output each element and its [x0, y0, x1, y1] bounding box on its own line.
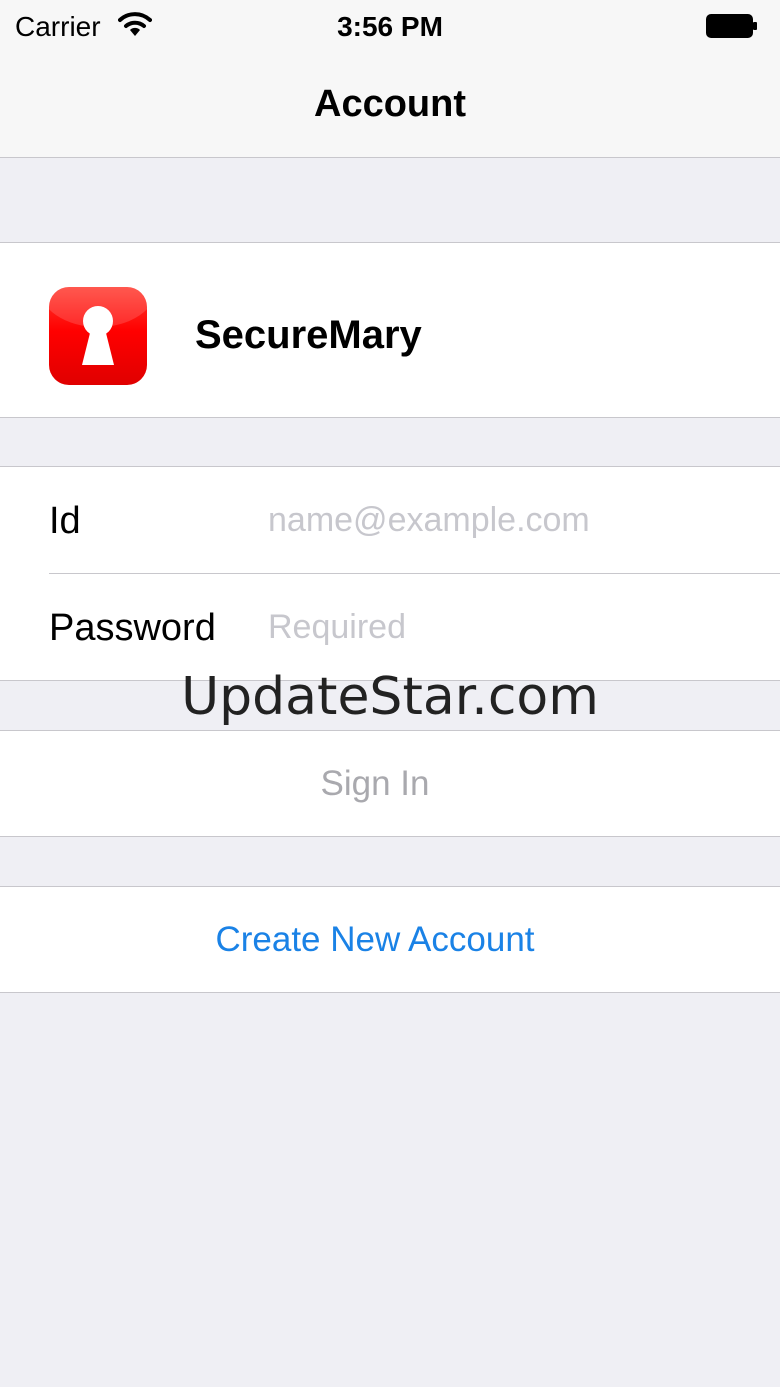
status-time: 3:56 PM [337, 11, 443, 42]
status-bar: Carrier 3:56 PM [0, 0, 780, 52]
create-account-cell: Create New Account [0, 886, 780, 993]
navigation-bar: Account [0, 52, 780, 158]
sign-in-button[interactable]: Sign In [0, 731, 780, 836]
id-input[interactable] [268, 495, 748, 545]
password-label: Password [49, 607, 216, 649]
id-label: Id [49, 500, 81, 542]
sign-in-cell: Sign In [0, 730, 780, 837]
password-row: Password [0, 574, 780, 680]
login-form: Id Password [0, 466, 780, 681]
battery-icon [706, 14, 758, 38]
id-row: Id [0, 467, 780, 573]
page-title: Account [314, 83, 466, 125]
app-name: SecureMary [195, 313, 422, 357]
app-header-cell: SecureMary [0, 242, 780, 418]
keyhole-icon [49, 287, 147, 385]
password-input[interactable] [268, 602, 748, 652]
create-account-button[interactable]: Create New Account [0, 887, 780, 992]
